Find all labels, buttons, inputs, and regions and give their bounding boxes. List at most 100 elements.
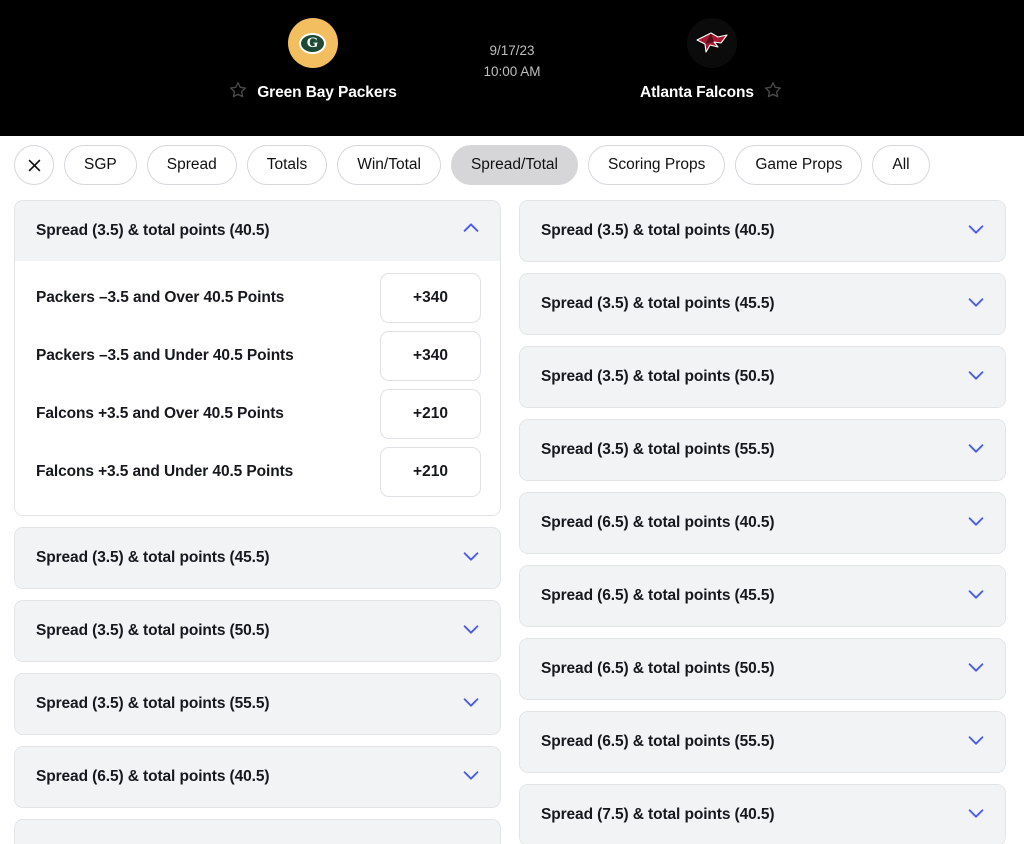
filter-chip-totals[interactable]: Totals [247, 145, 328, 185]
bet-selection-label: Packers –3.5 and Over 40.5 Points [36, 289, 284, 307]
chevron-down-icon[interactable] [965, 802, 987, 829]
away-team-name: Atlanta Falcons [640, 84, 754, 102]
away-favorite-star-icon[interactable] [763, 80, 783, 105]
market-card-title: Spread (6.5) & total points (40.5) [541, 514, 774, 532]
chevron-down-icon[interactable] [965, 364, 987, 391]
market-card: Spread (3.5) & total points (50.5) [519, 346, 1006, 408]
market-card-header[interactable]: Spread (6.5) & total points (40.5) [15, 747, 500, 807]
chevron-down-icon[interactable] [965, 510, 987, 537]
chevron-down-icon[interactable] [460, 545, 482, 572]
market-card: Spread (6.5) & total points (40.5) [519, 492, 1006, 554]
filter-chip-scoring-props[interactable]: Scoring Props [588, 145, 725, 185]
market-card: Spread (3.5) & total points (55.5) [14, 673, 501, 735]
home-team-logo: G [288, 18, 338, 68]
chevron-down-icon[interactable] [965, 291, 987, 318]
market-card-header[interactable]: Spread (3.5) & total points (50.5) [15, 601, 500, 661]
filter-chip-label: Game Props [755, 156, 842, 174]
chevron-down-icon[interactable] [460, 618, 482, 645]
odds-button[interactable]: +340 [380, 331, 481, 381]
market-card-header[interactable]: Spread (6.5) & total points (45.5) [520, 566, 1005, 626]
market-card-header[interactable]: Spread (3.5) & total points (40.5) [15, 201, 500, 261]
market-card-header[interactable]: Spread (3.5) & total points (55.5) [15, 674, 500, 734]
market-card-header[interactable] [15, 820, 500, 844]
chevron-up-icon[interactable] [460, 218, 482, 245]
packers-logo-letter: G [307, 36, 319, 51]
market-card-title: Spread (3.5) & total points (45.5) [541, 295, 774, 313]
filter-chip-label: Spread/Total [471, 156, 558, 174]
bet-row: Packers –3.5 and Under 40.5 Points+340 [15, 327, 500, 385]
market-card-title: Spread (3.5) & total points (55.5) [36, 695, 269, 713]
filter-chip-spread[interactable]: Spread [147, 145, 237, 185]
market-filter-bar: SGP Spread Totals Win/Total Spread/Total Scor… [0, 136, 1024, 194]
market-card-title: Spread (3.5) & total points (55.5) [541, 441, 774, 459]
market-card [14, 819, 501, 844]
market-card-title: Spread (6.5) & total points (40.5) [36, 768, 269, 786]
chevron-down-icon[interactable] [460, 837, 482, 844]
market-card-title: Spread (3.5) & total points (40.5) [541, 222, 774, 240]
market-card-title: Spread (3.5) & total points (40.5) [36, 222, 269, 240]
filter-chip-all[interactable]: All [872, 145, 929, 185]
packers-logo-icon: G [288, 18, 338, 68]
market-card-header[interactable]: Spread (7.5) & total points (40.5) [520, 785, 1005, 844]
market-card-title: Spread (6.5) & total points (50.5) [541, 660, 774, 678]
filter-chip-label: All [892, 156, 909, 174]
market-card-header[interactable]: Spread (3.5) & total points (45.5) [520, 274, 1005, 334]
odds-button[interactable]: +210 [380, 389, 481, 439]
market-card-header[interactable]: Spread (6.5) & total points (40.5) [520, 493, 1005, 553]
filter-chip-label: Totals [267, 156, 308, 174]
market-card-title: Spread (7.5) & total points (40.5) [541, 806, 774, 824]
away-team-block: Atlanta Falcons [399, 18, 1024, 105]
falcons-logo-icon [687, 18, 737, 68]
market-card-header[interactable]: Spread (3.5) & total points (40.5) [520, 201, 1005, 261]
home-team-name: Green Bay Packers [257, 84, 397, 102]
chevron-down-icon[interactable] [460, 764, 482, 791]
market-card: Spread (7.5) & total points (40.5) [519, 784, 1006, 844]
market-card: Spread (6.5) & total points (45.5) [519, 565, 1006, 627]
away-team-logo [687, 18, 737, 68]
market-card-header[interactable]: Spread (3.5) & total points (45.5) [15, 528, 500, 588]
filter-chip-game-props[interactable]: Game Props [735, 145, 862, 185]
bet-row: Falcons +3.5 and Under 40.5 Points+210 [15, 443, 500, 501]
close-filters-button[interactable] [14, 145, 54, 185]
market-card-title: Spread (6.5) & total points (45.5) [541, 587, 774, 605]
market-card: Spread (6.5) & total points (40.5) [14, 746, 501, 808]
bet-row: Falcons +3.5 and Over 40.5 Points+210 [15, 385, 500, 443]
chevron-down-icon[interactable] [965, 437, 987, 464]
matchup-header: G Green Bay Packers [0, 0, 1024, 136]
filter-chip-label: SGP [84, 156, 117, 174]
home-favorite-star-icon[interactable] [228, 80, 248, 105]
odds-button[interactable]: +340 [380, 273, 481, 323]
filter-chip-sgp[interactable]: SGP [64, 145, 137, 185]
market-card: Spread (6.5) & total points (55.5) [519, 711, 1006, 773]
market-card-header[interactable]: Spread (3.5) & total points (50.5) [520, 347, 1005, 407]
chevron-down-icon[interactable] [460, 691, 482, 718]
market-card: Spread (3.5) & total points (45.5) [14, 527, 501, 589]
market-card-title: Spread (3.5) & total points (45.5) [36, 549, 269, 567]
filter-chip-win-total[interactable]: Win/Total [337, 145, 441, 185]
chevron-down-icon[interactable] [965, 656, 987, 683]
chevron-down-icon[interactable] [965, 729, 987, 756]
markets-left-column: Spread (3.5) & total points (40.5) Packer… [14, 200, 501, 844]
markets-board: Spread (3.5) & total points (40.5) Packer… [0, 194, 1024, 844]
filter-chip-spread-total[interactable]: Spread/Total [451, 145, 578, 185]
bet-row: Packers –3.5 and Over 40.5 Points +340 [15, 269, 500, 327]
market-card: Spread (3.5) & total points (40.5) [519, 200, 1006, 262]
market-card-header[interactable]: Spread (3.5) & total points (55.5) [520, 420, 1005, 480]
market-card-header[interactable]: Spread (6.5) & total points (55.5) [520, 712, 1005, 772]
market-card: Spread (3.5) & total points (40.5) Packer… [14, 200, 501, 516]
chevron-down-icon[interactable] [965, 583, 987, 610]
market-card: Spread (3.5) & total points (45.5) [519, 273, 1006, 335]
market-card-title: Spread (3.5) & total points (50.5) [541, 368, 774, 386]
filter-chip-label: Win/Total [357, 156, 421, 174]
market-card-body: Packers –3.5 and Over 40.5 Points +340Pac… [15, 261, 500, 515]
market-card: Spread (3.5) & total points (50.5) [14, 600, 501, 662]
chevron-down-icon[interactable] [965, 218, 987, 245]
markets-right-column: Spread (3.5) & total points (40.5) Spread… [519, 200, 1006, 844]
market-card: Spread (6.5) & total points (50.5) [519, 638, 1006, 700]
market-card-title: Spread (3.5) & total points (50.5) [36, 622, 269, 640]
market-card-header[interactable]: Spread (6.5) & total points (50.5) [520, 639, 1005, 699]
odds-button[interactable]: +210 [380, 447, 481, 497]
filter-chip-label: Scoring Props [608, 156, 705, 174]
market-card-title: Spread (6.5) & total points (55.5) [541, 733, 774, 751]
market-card: Spread (3.5) & total points (55.5) [519, 419, 1006, 481]
